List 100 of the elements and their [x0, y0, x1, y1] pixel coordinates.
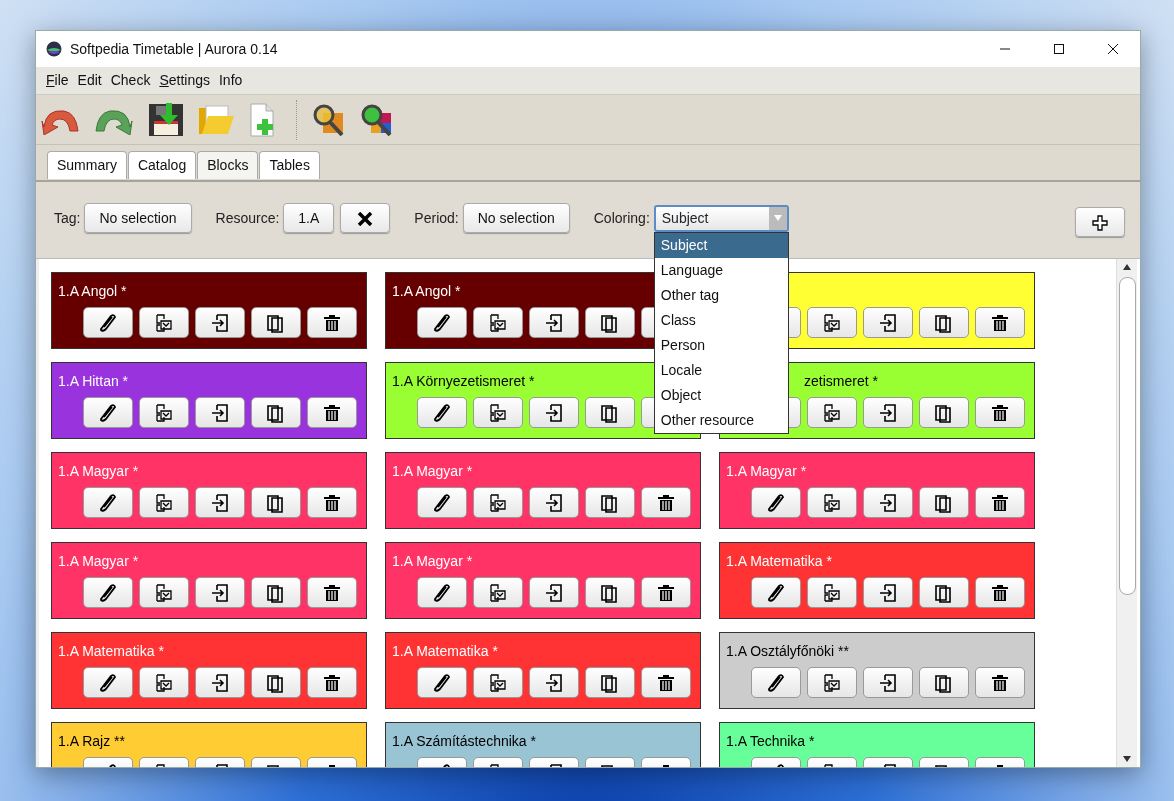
insert-button[interactable]: [195, 577, 245, 608]
move-button[interactable]: [807, 667, 857, 698]
menu-item[interactable]: Check: [110, 70, 151, 91]
copy-button[interactable]: [585, 397, 635, 428]
move-button[interactable]: [139, 307, 189, 338]
trash-button[interactable]: [975, 667, 1025, 698]
add-button[interactable]: [1075, 207, 1125, 237]
menu-item[interactable]: Info: [219, 70, 243, 91]
block-card[interactable]: 1.A Technika *: [719, 722, 1035, 767]
insert-button[interactable]: [529, 397, 579, 428]
edit-button[interactable]: [417, 397, 467, 428]
scroll-up-icon[interactable]: [1122, 263, 1132, 271]
insert-button[interactable]: [195, 307, 245, 338]
trash-button[interactable]: [975, 487, 1025, 518]
block-card[interactable]: 1.A Matematika *: [385, 632, 701, 709]
block-card[interactable]: 1.A Magyar *: [719, 452, 1035, 529]
insert-button[interactable]: [863, 667, 913, 698]
copy-button[interactable]: [251, 307, 301, 338]
tab[interactable]: Tables: [259, 151, 320, 179]
trash-button[interactable]: [307, 487, 357, 518]
filter-button[interactable]: No selection: [84, 203, 192, 233]
block-card[interactable]: 1.A Angol *: [51, 272, 367, 349]
trash-button[interactable]: [641, 577, 691, 608]
move-button[interactable]: [473, 307, 523, 338]
tab[interactable]: Catalog: [127, 151, 197, 179]
move-button[interactable]: [139, 397, 189, 428]
move-button[interactable]: [473, 577, 523, 608]
trash-button[interactable]: [975, 307, 1025, 338]
copy-button[interactable]: [251, 667, 301, 698]
copy-button[interactable]: [585, 307, 635, 338]
filter-button[interactable]: No selection: [462, 203, 570, 233]
edit-button[interactable]: [83, 397, 133, 428]
scrollbar[interactable]: [1116, 259, 1137, 767]
trash-button[interactable]: [975, 577, 1025, 608]
trash-button[interactable]: [307, 307, 357, 338]
insert-button[interactable]: [529, 307, 579, 338]
block-card[interactable]: 1.A Matematika *: [51, 632, 367, 709]
search-icon[interactable]: [311, 102, 345, 137]
menu-item[interactable]: File: [46, 70, 69, 91]
insert-button[interactable]: [863, 397, 913, 428]
block-card[interactable]: 1.A Hittan *: [51, 362, 367, 439]
edit-button[interactable]: [83, 667, 133, 698]
insert-button[interactable]: [863, 577, 913, 608]
edit-button[interactable]: [83, 307, 133, 338]
block-card[interactable]: 1.A Számítástechnika *: [385, 722, 701, 767]
insert-button[interactable]: [863, 487, 913, 518]
move-button[interactable]: [139, 577, 189, 608]
menu-item[interactable]: Edit: [77, 70, 102, 91]
copy-button[interactable]: [251, 487, 301, 518]
move-button[interactable]: [807, 487, 857, 518]
insert-button[interactable]: [863, 307, 913, 338]
edit-button[interactable]: [417, 307, 467, 338]
copy-button[interactable]: [251, 397, 301, 428]
move-button[interactable]: [807, 577, 857, 608]
filter-button[interactable]: 1.A: [283, 203, 335, 233]
trash-button[interactable]: [641, 667, 691, 698]
move-button[interactable]: [139, 667, 189, 698]
move-button[interactable]: [473, 667, 523, 698]
trash-button[interactable]: [307, 667, 357, 698]
move-button[interactable]: [473, 397, 523, 428]
copy-button[interactable]: [919, 397, 969, 428]
trash-button[interactable]: [641, 487, 691, 518]
move-button[interactable]: [807, 397, 857, 428]
edit-button[interactable]: [417, 487, 467, 518]
copy-button[interactable]: [919, 577, 969, 608]
copy-button[interactable]: [919, 307, 969, 338]
edit-button[interactable]: [83, 487, 133, 518]
insert-button[interactable]: [529, 577, 579, 608]
edit-button[interactable]: [751, 487, 801, 518]
edit-button[interactable]: [83, 577, 133, 608]
edit-button[interactable]: [751, 667, 801, 698]
block-card[interactable]: 1.A Magyar *: [51, 452, 367, 529]
edit-button[interactable]: [417, 667, 467, 698]
save-icon[interactable]: [148, 102, 184, 137]
copy-button[interactable]: [919, 667, 969, 698]
block-card[interactable]: 1.A Osztályfőnöki **: [719, 632, 1035, 709]
search-colors-icon[interactable]: [359, 102, 393, 137]
move-button[interactable]: [139, 487, 189, 518]
copy-button[interactable]: [585, 487, 635, 518]
insert-button[interactable]: [529, 487, 579, 518]
copy-button[interactable]: [585, 667, 635, 698]
menu-item[interactable]: Settings: [159, 70, 210, 91]
insert-button[interactable]: [195, 487, 245, 518]
block-card[interactable]: 1.A Magyar *: [385, 452, 701, 529]
edit-button[interactable]: [417, 577, 467, 608]
edit-button[interactable]: [751, 577, 801, 608]
clear-button[interactable]: [340, 203, 391, 233]
move-button[interactable]: [807, 307, 857, 338]
trash-button[interactable]: [307, 577, 357, 608]
copy-button[interactable]: [919, 487, 969, 518]
trash-button[interactable]: [307, 397, 357, 428]
trash-button[interactable]: [975, 397, 1025, 428]
insert-button[interactable]: [529, 667, 579, 698]
move-button[interactable]: [473, 487, 523, 518]
tab[interactable]: Summary: [47, 151, 127, 179]
copy-button[interactable]: [585, 577, 635, 608]
block-card[interactable]: 1.A Matematika *: [719, 542, 1035, 619]
insert-button[interactable]: [195, 397, 245, 428]
copy-button[interactable]: [251, 577, 301, 608]
dropdown-option[interactable]: Subject: [654, 232, 788, 258]
